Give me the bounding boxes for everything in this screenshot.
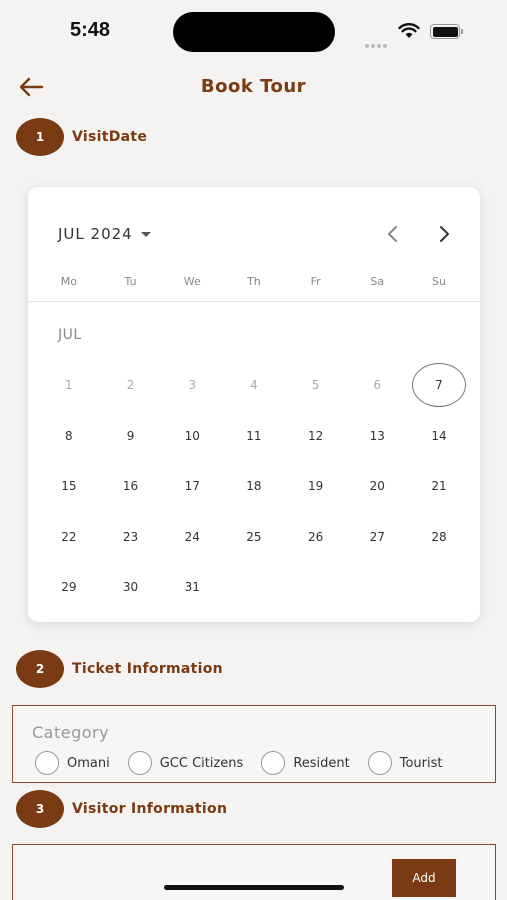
month-year-label: JUL 2024 [58, 225, 133, 243]
status-time: 5:48 [70, 19, 111, 41]
cellular-signal-icon [365, 33, 389, 52]
day-cell-empty [223, 562, 285, 613]
month-year-dropdown[interactable]: JUL 2024 [58, 225, 151, 243]
day-cell[interactable]: 31 [161, 562, 223, 613]
chevron-right-icon[interactable] [433, 223, 455, 245]
status-bar: 5:48 [0, 0, 507, 62]
weekday-label: Tu [124, 275, 137, 288]
ticket-category-box: Category Omani GCC Citizens Resident Tou… [12, 705, 496, 783]
step-label: VisitDate [72, 129, 148, 145]
radio-resident[interactable]: Resident [261, 751, 350, 775]
day-cell[interactable]: 14 [408, 411, 470, 462]
day-cell[interactable]: 20 [346, 461, 408, 512]
radio-omani[interactable]: Omani [35, 751, 110, 775]
day-cell[interactable]: 26 [285, 512, 347, 563]
day-cell: 6 [373, 378, 382, 393]
day-cell[interactable]: 29 [38, 562, 100, 613]
radio-label: Omani [67, 755, 110, 771]
day-cell-empty [346, 562, 408, 613]
home-indicator[interactable] [164, 885, 344, 890]
day-cell[interactable]: 19 [285, 461, 347, 512]
day-cell[interactable]: 18 [223, 461, 285, 512]
week-row: 8 9 10 11 12 13 14 [38, 411, 470, 462]
step-number: 1 [16, 118, 64, 156]
day-cell[interactable]: 9 [100, 411, 162, 462]
day-grid: 1 2 3 4 5 6 7 8 9 10 11 12 13 14 15 16 1… [38, 360, 470, 613]
day-cell[interactable]: 21 [408, 461, 470, 512]
caret-down-icon [140, 232, 151, 237]
day-cell-empty [285, 562, 347, 613]
battery-icon [430, 24, 463, 39]
day-cell-today[interactable]: 7 [408, 360, 470, 411]
day-cell-empty [408, 562, 470, 613]
day-cell: 1 [65, 378, 73, 393]
radio-circle-icon [367, 751, 392, 775]
weekday-label: Sa [370, 275, 385, 288]
day-cell[interactable]: 25 [223, 512, 285, 563]
day-cell: 2 [126, 378, 135, 393]
category-label: Category [32, 723, 110, 742]
day-cell[interactable]: 12 [285, 411, 347, 462]
weekday-label: Th [247, 275, 261, 288]
radio-circle-icon [261, 751, 286, 775]
day-cell[interactable]: 10 [161, 411, 223, 462]
weekday-label: Fr [310, 275, 321, 288]
week-row: 22 23 24 25 26 27 28 [38, 512, 470, 563]
month-label: JUL [58, 327, 82, 343]
day-cell: 5 [311, 378, 320, 393]
day-cell[interactable]: 8 [38, 411, 100, 462]
weekday-header: Mo Tu We Th Fr Sa Su [38, 275, 470, 288]
header: Book Tour [0, 70, 507, 106]
date-picker-calendar: JUL 2024 Mo Tu We Th Fr Sa Su JUL 1 2 3 … [28, 187, 480, 622]
step-label: Visitor Information [72, 801, 228, 817]
today-ring [411, 363, 466, 408]
step-number: 3 [16, 790, 64, 828]
chevron-left-icon[interactable] [382, 223, 404, 245]
weekday-label: Mo [60, 275, 77, 288]
week-row: 15 16 17 18 19 20 21 [38, 461, 470, 512]
day-cell[interactable]: 23 [100, 512, 162, 563]
radio-label: GCC Citizens [159, 755, 244, 771]
weekday-label: We [183, 275, 201, 288]
dynamic-island [173, 12, 335, 52]
weekday-label: Su [431, 275, 446, 288]
radio-label: Resident [293, 755, 350, 771]
day-cell[interactable]: 11 [223, 411, 285, 462]
week-row: 29 30 31 [38, 562, 470, 613]
day-cell[interactable]: 24 [161, 512, 223, 563]
page-title: Book Tour [200, 76, 307, 97]
week-row: 1 2 3 4 5 6 7 [38, 360, 470, 411]
radio-label: Tourist [399, 755, 443, 771]
wifi-icon [398, 23, 420, 38]
radio-circle-icon [127, 751, 152, 775]
day-cell[interactable]: 22 [38, 512, 100, 563]
day-cell[interactable]: 28 [408, 512, 470, 563]
category-radio-group: Omani GCC Citizens Resident Tourist [35, 751, 443, 775]
step-number: 2 [16, 650, 64, 688]
add-visitor-button[interactable]: Add [392, 859, 456, 897]
visitor-information-box: Add [12, 844, 496, 900]
day-cell[interactable]: 15 [38, 461, 100, 512]
day-cell[interactable]: 30 [100, 562, 162, 613]
day-cell: 3 [188, 378, 197, 393]
radio-circle-icon [35, 751, 59, 775]
day-cell: 4 [250, 378, 258, 393]
radio-gcc-citizens[interactable]: GCC Citizens [127, 751, 244, 775]
radio-tourist[interactable]: Tourist [367, 751, 443, 775]
day-cell[interactable]: 17 [161, 461, 223, 512]
divider [28, 301, 480, 302]
day-cell[interactable]: 13 [346, 411, 408, 462]
step-label: Ticket Information [72, 661, 223, 677]
day-cell[interactable]: 27 [346, 512, 408, 563]
day-cell[interactable]: 16 [100, 461, 162, 512]
